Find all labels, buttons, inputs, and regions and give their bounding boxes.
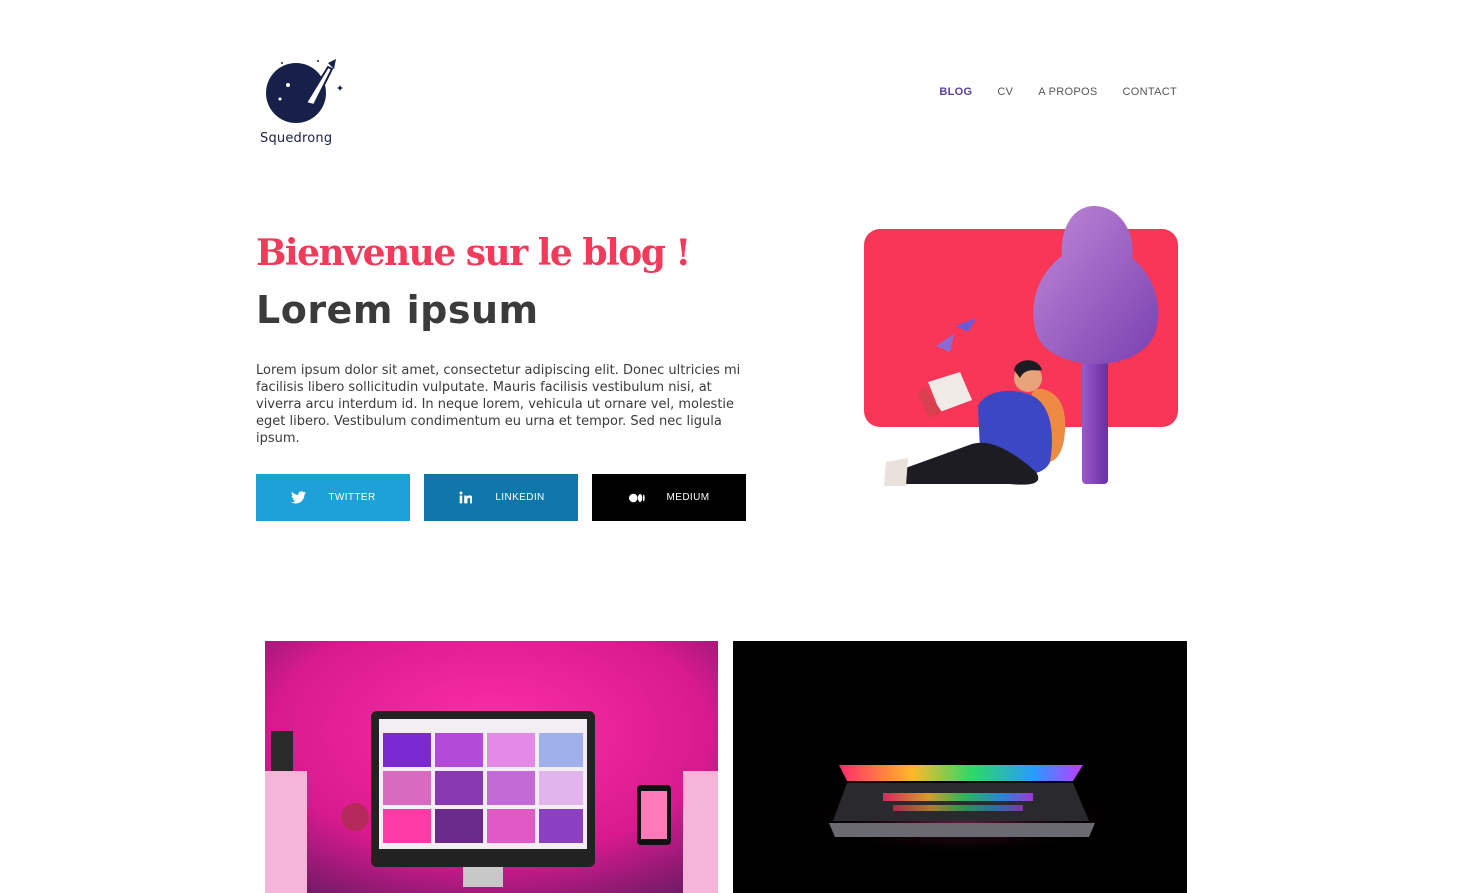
brand-name: Squedrong — [260, 131, 333, 146]
rocket-planet-icon — [266, 59, 343, 123]
medium-button[interactable]: MEDIUM — [592, 474, 746, 521]
nav-cv[interactable]: CV — [997, 86, 1013, 98]
blog-card-image-desk[interactable] — [265, 641, 718, 893]
hero-title: Bienvenue sur le blog ! — [256, 232, 691, 274]
hero-text: Lorem ipsum dolor sit amet, consectetur … — [256, 363, 741, 446]
linkedin-icon — [457, 490, 473, 506]
linkedin-label: LINKEDIN — [495, 492, 545, 503]
hero-subtitle: Lorem ipsum — [256, 288, 539, 332]
twitter-button[interactable]: TWITTER — [256, 474, 410, 521]
medium-label: MEDIUM — [666, 492, 710, 503]
nav-contact[interactable]: CONTACT — [1123, 86, 1177, 98]
blog-card-image-laptop[interactable] — [733, 641, 1187, 893]
nav-a-propos[interactable]: A PROPOS — [1038, 86, 1097, 98]
twitter-icon — [290, 490, 306, 506]
twitter-label: TWITTER — [328, 492, 376, 503]
linkedin-button[interactable]: LINKEDIN — [424, 474, 578, 521]
medium-icon — [628, 490, 645, 506]
site-logo[interactable]: Squedrong — [258, 55, 350, 151]
nav-blog[interactable]: BLOG — [939, 86, 972, 98]
hero-illustration — [860, 200, 1182, 492]
main-nav: BLOG CV A PROPOS CONTACT — [914, 86, 1177, 98]
